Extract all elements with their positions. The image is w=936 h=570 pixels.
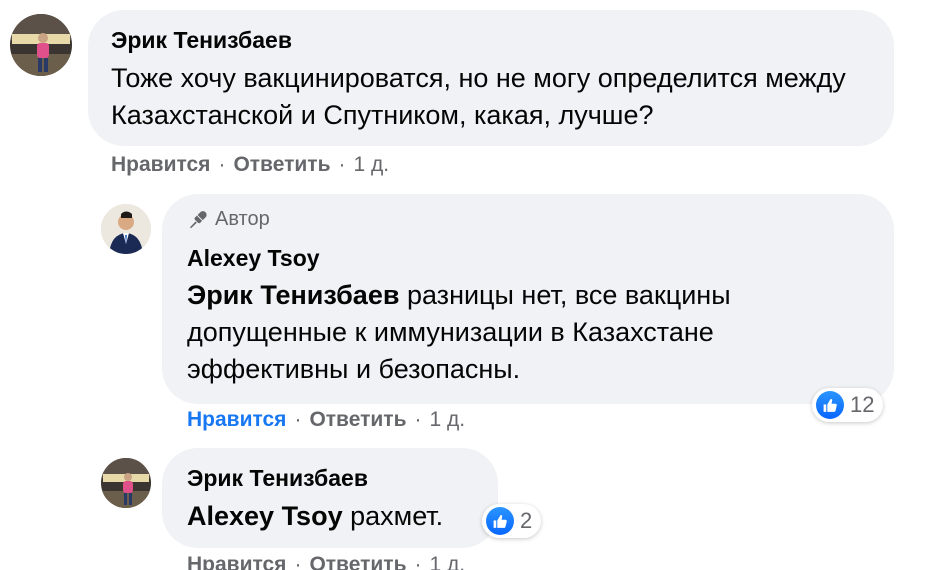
like-button[interactable]: Нравится	[187, 408, 286, 432]
reaction-count: 2	[520, 508, 533, 533]
comments-thread: Эрик Тенизбаев Тоже хочу вакцинироватся,…	[0, 0, 936, 570]
comment-text: Alexey Tsoy рахмет.	[187, 501, 444, 531]
comment-timestamp[interactable]: 1 д.	[429, 553, 465, 570]
reply-button[interactable]: Ответить	[309, 553, 406, 570]
separator-dot: ·	[414, 408, 422, 431]
thumbs-up-icon	[486, 507, 514, 535]
reply-button[interactable]: Ответить	[233, 153, 330, 177]
author-badge-label: Автор	[215, 208, 270, 230]
like-button[interactable]: Нравится	[111, 153, 210, 177]
comment-author[interactable]: Эрик Тенизбаев	[111, 26, 292, 54]
comment-text: Тоже хочу вакцинироватся, но не могу опр…	[111, 63, 846, 130]
mention-link[interactable]: Alexey Tsoy	[187, 501, 343, 531]
reply-button[interactable]: Ответить	[309, 408, 406, 432]
reaction-summary[interactable]: 12	[812, 388, 884, 422]
user-avatar-icon[interactable]	[10, 14, 72, 76]
comment-timestamp[interactable]: 1 д.	[429, 408, 465, 432]
comment-author[interactable]: Эрик Тенизбаев	[187, 464, 368, 492]
reaction-summary[interactable]: 2	[482, 504, 542, 538]
comment-timestamp[interactable]: 1 д.	[353, 153, 389, 177]
separator-dot: ·	[414, 553, 422, 570]
comment-text: Эрик Тенизбаев разницы нет, все вакцины …	[187, 280, 731, 384]
comment-actions: Нравится · Ответить · 1 д.	[187, 553, 465, 570]
separator-dot: ·	[294, 553, 302, 570]
mention-link[interactable]: Эрик Тенизбаев	[187, 280, 399, 310]
separator-dot: ·	[338, 153, 346, 176]
like-button[interactable]: Нравится	[187, 553, 286, 570]
user-avatar-icon[interactable]	[101, 204, 151, 254]
separator-dot: ·	[294, 408, 302, 431]
comment-actions: Нравится · Ответить · 1 д.	[187, 408, 465, 432]
comment-author[interactable]: Alexey Tsoy	[187, 244, 320, 272]
reaction-count: 12	[850, 392, 875, 417]
user-avatar-icon[interactable]	[101, 458, 151, 508]
comment-actions: Нравится · Ответить · 1 д.	[111, 153, 389, 177]
microphone-icon	[190, 210, 207, 228]
thumbs-up-icon	[816, 391, 844, 419]
author-badge: Автор	[187, 208, 270, 231]
separator-dot: ·	[218, 153, 226, 176]
